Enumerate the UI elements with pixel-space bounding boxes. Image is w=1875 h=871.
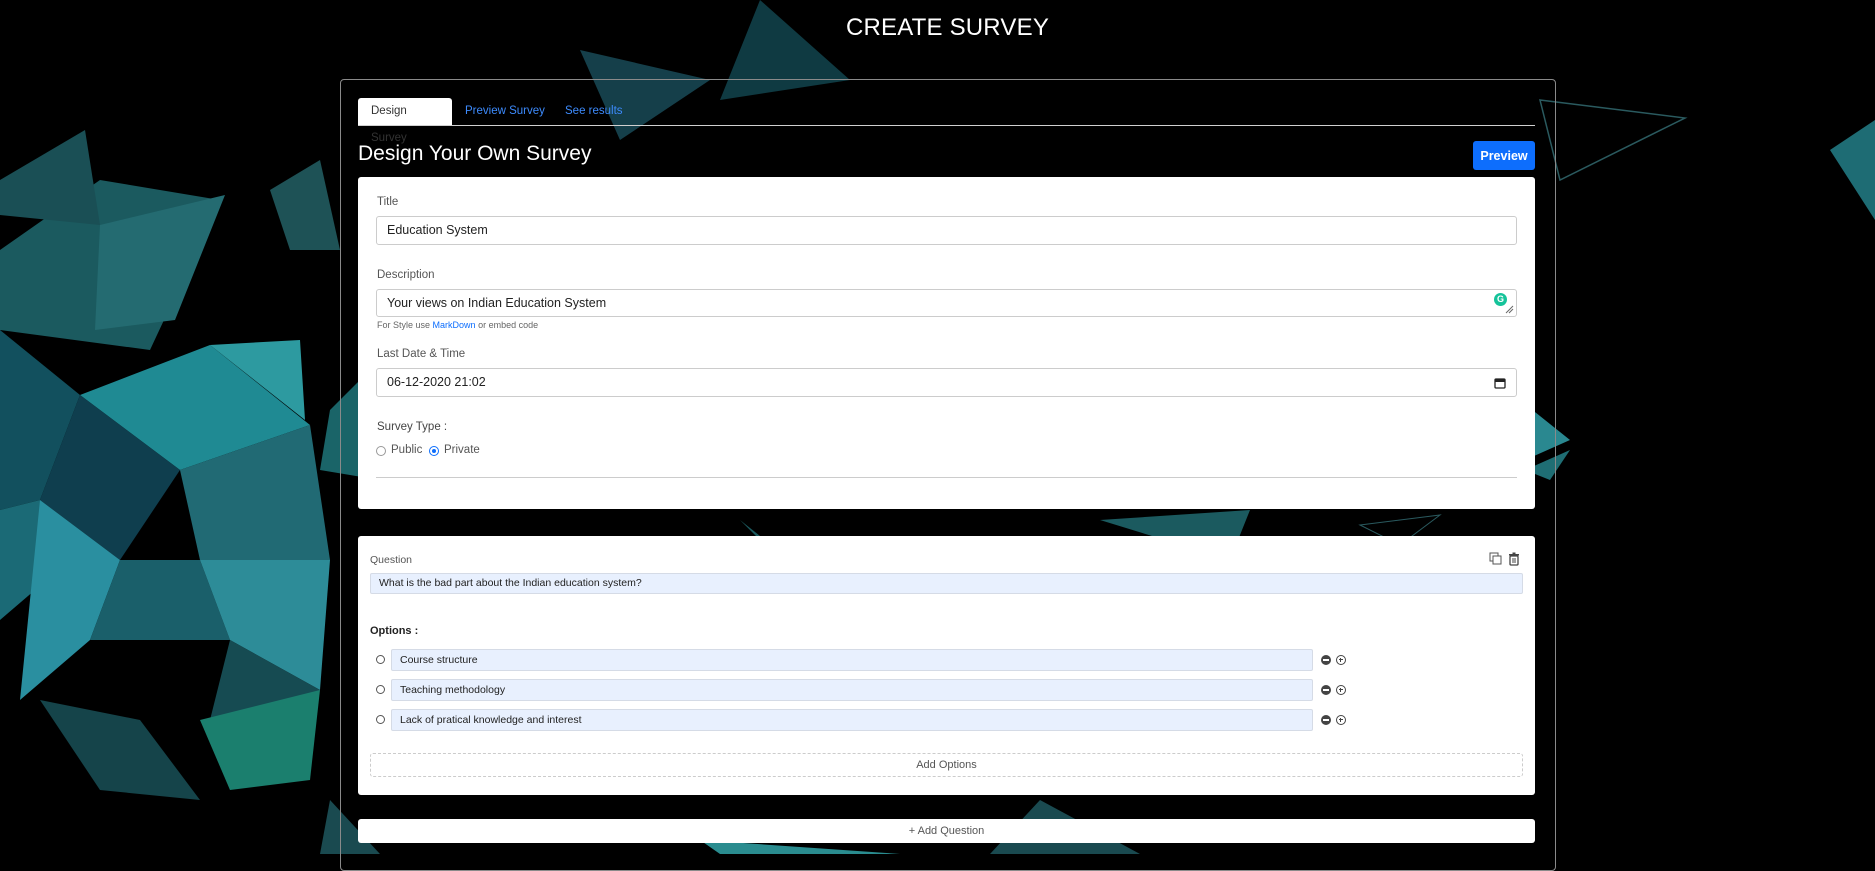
add-option-icon[interactable]	[1336, 655, 1346, 665]
option-input[interactable]: Lack of pratical knowledge and interest	[391, 709, 1313, 731]
radio-public-label: Public	[391, 444, 423, 456]
radio-private-label: Private	[444, 444, 480, 456]
question-card: Question What is the bad part about the …	[358, 536, 1535, 795]
remove-option-icon[interactable]	[1321, 715, 1331, 725]
option-radio	[376, 655, 385, 664]
survey-type-label: Survey Type :	[377, 421, 448, 433]
tab-design-survey[interactable]: Design Survey	[358, 98, 452, 144]
calendar-icon[interactable]	[1494, 377, 1506, 389]
question-label: Question	[370, 554, 413, 566]
tab-bar: Design Survey Preview Survey See results	[358, 98, 1535, 144]
copy-icon[interactable]	[1489, 552, 1503, 566]
section-divider	[376, 477, 1517, 478]
hint-prefix: For Style use	[377, 320, 431, 330]
add-options-button[interactable]: Add Options	[370, 753, 1523, 777]
option-radio	[376, 685, 385, 694]
tab-see-results[interactable]: See results	[552, 98, 636, 125]
date-label: Last Date & Time	[377, 348, 466, 360]
option-input[interactable]: Course structure	[391, 649, 1313, 671]
design-heading: Design Your Own Survey	[358, 142, 592, 165]
trash-icon[interactable]	[1508, 552, 1520, 566]
description-text: Your views on Indian Education System	[387, 296, 607, 310]
add-question-button[interactable]: + Add Question	[358, 819, 1535, 843]
remove-option-icon[interactable]	[1321, 655, 1331, 665]
tab-preview-survey[interactable]: Preview Survey	[452, 98, 558, 125]
date-time-input[interactable]: 06-12-2020 21:02	[376, 368, 1517, 397]
radio-private[interactable]	[429, 446, 439, 456]
title-label: Title	[377, 196, 399, 208]
radio-public[interactable]	[376, 446, 386, 456]
date-time-value: 06-12-2020 21:02	[387, 375, 486, 389]
survey-details-card: Title Education System Description Your …	[358, 177, 1535, 509]
add-option-icon[interactable]	[1336, 715, 1346, 725]
description-label: Description	[377, 269, 435, 281]
question-input[interactable]: What is the bad part about the Indian ed…	[370, 573, 1523, 594]
resize-handle-icon[interactable]	[1505, 305, 1514, 314]
add-option-icon[interactable]	[1336, 685, 1346, 695]
preview-button[interactable]: Preview	[1473, 141, 1535, 170]
title-input[interactable]: Education System	[376, 216, 1517, 245]
option-radio	[376, 715, 385, 724]
hint-suffix: or embed code	[478, 320, 539, 330]
options-label: Options :	[370, 625, 419, 637]
description-textarea[interactable]: Your views on Indian Education System G	[376, 289, 1517, 317]
remove-option-icon[interactable]	[1321, 685, 1331, 695]
markdown-link[interactable]: MarkDown	[433, 320, 476, 330]
markdown-hint: For Style use MarkDown or embed code	[377, 320, 538, 330]
page-title: CREATE SURVEY	[845, 14, 1050, 41]
option-input[interactable]: Teaching methodology	[391, 679, 1313, 701]
